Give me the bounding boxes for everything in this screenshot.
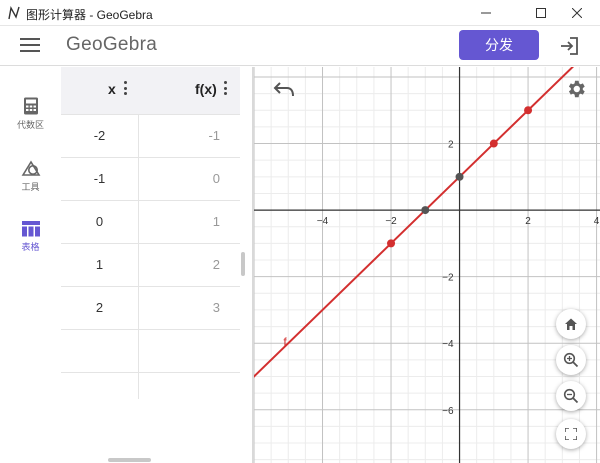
y-tick-label: 2 [448, 140, 454, 151]
data-point [387, 239, 396, 248]
x-tick-label: 2 [525, 216, 531, 227]
table-row: 0 1 [61, 201, 240, 244]
table-row: 2 3 [61, 287, 240, 330]
cell-fx: 2 [212, 257, 220, 272]
zoom-in-icon[interactable] [556, 345, 586, 375]
y-tick-label: −4 [442, 339, 454, 350]
shapes-icon [21, 160, 40, 176]
x-tick-label: −4 [317, 216, 329, 227]
y-tick-label: −2 [442, 273, 454, 284]
cell-fx: -1 [208, 128, 220, 143]
x-tick-label: 4 [594, 216, 600, 227]
undo-icon[interactable] [272, 79, 296, 99]
nav-item-table[interactable]: 表格 [0, 221, 61, 265]
home-icon[interactable] [556, 309, 586, 339]
cell-x[interactable]: 1 [61, 244, 139, 286]
table-row: -2 -1 [61, 115, 240, 158]
table-row: -1 0 [61, 158, 240, 201]
cell-x[interactable]: 2 [61, 287, 139, 329]
brand-logo: GeoGebra [66, 34, 158, 55]
cell-x[interactable] [61, 330, 139, 372]
column-menu-x-icon[interactable] [124, 81, 128, 97]
function-label: f [283, 335, 287, 349]
geogebra-app-icon [8, 5, 20, 20]
calculator-icon [23, 97, 38, 115]
fullscreen-icon[interactable] [556, 419, 586, 449]
zoom-out-icon[interactable] [556, 381, 586, 411]
cell-x[interactable] [61, 373, 139, 399]
data-point [455, 172, 464, 181]
window-title: 图形计算器 - GeoGebra [26, 8, 153, 22]
function-line [254, 67, 575, 378]
cell-x[interactable]: -2 [61, 115, 139, 157]
x-tick-label: −2 [385, 216, 397, 227]
nav-label-table: 表格 [21, 242, 40, 252]
column-menu-fx-icon[interactable] [224, 81, 228, 97]
title-bar: 图形计算器 - GeoGebra [0, 0, 600, 26]
cell-fx: 1 [212, 214, 220, 229]
grid-minor [254, 67, 600, 463]
graphics-view[interactable]: −4 −2 2 4 2 −2 −4 −6 f [254, 67, 600, 463]
table-row [61, 373, 240, 416]
nav-item-algebra[interactable]: 代数区 [0, 97, 61, 141]
settings-icon[interactable] [565, 78, 587, 100]
column-header-x: x [108, 81, 116, 97]
data-point [421, 206, 430, 215]
cell-x[interactable]: -1 [61, 158, 139, 200]
tick-labels: −4 −2 2 4 2 −2 −4 −6 [317, 140, 600, 417]
table-vertical-scrollbar[interactable] [241, 252, 245, 276]
data-point [489, 139, 498, 148]
cell-fx [140, 373, 240, 415]
close-icon[interactable] [554, 0, 600, 26]
cell-fx: 0 [212, 171, 220, 186]
data-point [524, 106, 533, 115]
table-horizontal-scrollbar[interactable] [108, 458, 151, 462]
table-view: x f(x) -2 -1 -1 0 0 1 1 2 2 3 [61, 67, 252, 463]
table-row: 1 2 [61, 244, 240, 287]
side-nav: 代数区 工具 表格 [0, 67, 61, 463]
column-header-fx: f(x) [195, 81, 217, 97]
minimize-icon[interactable] [463, 0, 509, 26]
table-row [61, 330, 240, 373]
cell-x[interactable]: 0 [61, 201, 139, 243]
graph-canvas[interactable]: −4 −2 2 4 2 −2 −4 −6 f [254, 67, 600, 463]
geogebra-window: 图形计算器 - GeoGebra GeoGebra 分发 代数区 工具 表格 x… [0, 0, 600, 463]
nav-item-tools[interactable]: 工具 [0, 159, 61, 203]
app-header: GeoGebra 分发 [0, 26, 600, 66]
plot-layer: f [254, 67, 575, 378]
menu-icon[interactable] [20, 38, 40, 54]
share-button[interactable]: 分发 [459, 30, 539, 60]
nav-label-tools: 工具 [21, 182, 40, 192]
table-header: x f(x) [61, 67, 240, 115]
y-tick-label: −6 [442, 406, 454, 417]
sign-in-icon[interactable] [558, 35, 580, 57]
table-icon [21, 221, 40, 237]
cell-fx: 3 [212, 300, 220, 315]
cell-fx [140, 330, 240, 372]
nav-label-algebra: 代数区 [16, 120, 44, 130]
